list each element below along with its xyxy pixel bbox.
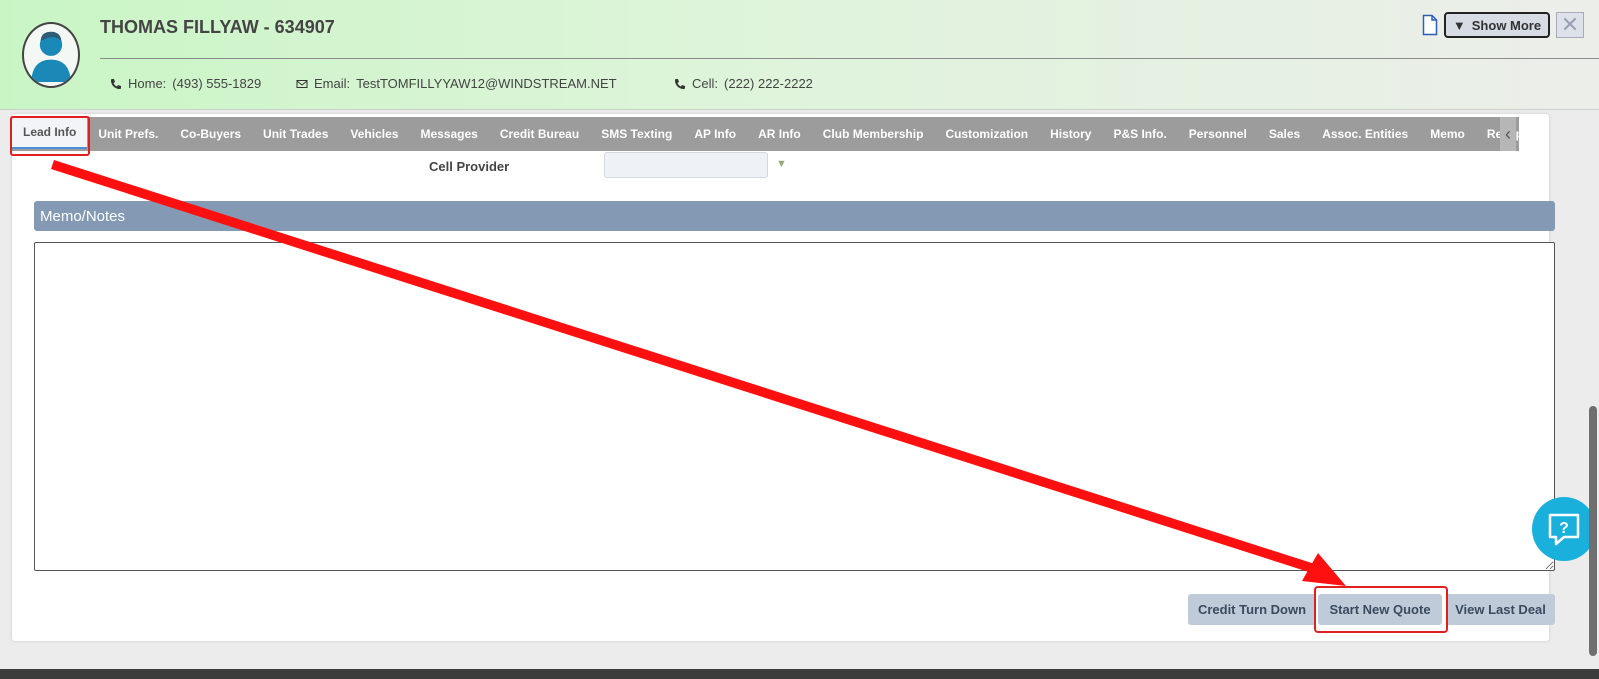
email-value[interactable]: TestTOMFILLYYAW12@WINDSTREAM.NET <box>356 76 616 91</box>
home-label: Home: <box>128 76 167 91</box>
memo-textarea[interactable] <box>34 242 1555 571</box>
lead-info-highlight <box>10 116 90 156</box>
customer-name: THOMAS FILLYAW - 634907 <box>100 17 335 37</box>
tab-ap-info[interactable]: AP Info <box>683 117 747 151</box>
caret-down-icon: ▼ <box>1452 17 1466 33</box>
bottom-bar <box>0 669 1599 679</box>
header-divider <box>100 58 1599 59</box>
show-more-label: Show More <box>1471 17 1542 33</box>
tab-sales[interactable]: Sales <box>1258 117 1311 151</box>
tab-memo[interactable]: Memo <box>1419 117 1476 151</box>
cell-phone: Cell: (222) 222-2222 <box>674 76 813 91</box>
tab-sms-texting[interactable]: SMS Texting <box>590 117 683 151</box>
home-phone: Home: (493) 555-1829 <box>110 76 261 91</box>
tab-ar-info[interactable]: AR Info <box>747 117 812 151</box>
document-icon[interactable] <box>1422 14 1438 36</box>
memo-header: Memo/Notes <box>34 201 1555 231</box>
envelope-icon <box>296 79 308 88</box>
cell-provider-label: Cell Provider <box>429 159 510 174</box>
customer-header: THOMAS FILLYAW - 634907 Home: (493) 555-… <box>0 0 1599 110</box>
tab-messages[interactable]: Messages <box>409 117 488 151</box>
chevron-left-icon[interactable]: ‹ <box>1500 117 1516 151</box>
phone-icon <box>675 78 685 89</box>
view-last-deal-button[interactable]: View Last Deal <box>1446 594 1555 625</box>
credit-turn-down-button[interactable]: Credit Turn Down <box>1188 594 1316 625</box>
tab-assoc-entities[interactable]: Assoc. Entities <box>1311 117 1419 151</box>
phone-icon <box>111 78 121 89</box>
avatar <box>22 22 80 88</box>
cell-label: Cell: <box>692 76 719 91</box>
tab-vehicles[interactable]: Vehicles <box>339 117 409 151</box>
question-bubble-icon: ? <box>1548 513 1580 546</box>
email-label: Email: <box>314 76 351 91</box>
tab-history[interactable]: History <box>1039 117 1102 151</box>
close-icon[interactable]: ✕ <box>1556 12 1584 38</box>
tab-customization[interactable]: Customization <box>934 117 1039 151</box>
tab-bar: Lead Info Unit Prefs. Co-Buyers Unit Trades… <box>12 117 1545 151</box>
svg-text:?: ? <box>1559 520 1569 537</box>
tab-personnel[interactable]: Personnel <box>1178 117 1258 151</box>
help-button[interactable]: ? <box>1532 497 1596 561</box>
tab-p-s-info[interactable]: P&S Info. <box>1102 117 1177 151</box>
home-value: (493) 555-1829 <box>172 76 262 91</box>
email-contact: Email: TestTOMFILLYYAW12@WINDSTREAM.NET <box>296 76 617 91</box>
tab-co-buyers[interactable]: Co-Buyers <box>169 117 252 151</box>
tab-club-membership[interactable]: Club Membership <box>812 117 935 151</box>
cell-value: (222) 222-2222 <box>724 76 813 91</box>
vertical-scrollbar[interactable] <box>1589 406 1597 656</box>
cell-provider-select[interactable] <box>604 152 768 178</box>
person-icon <box>31 31 71 82</box>
tab-credit-bureau[interactable]: Credit Bureau <box>489 117 590 151</box>
show-more-button[interactable]: ▼ Show More <box>1444 12 1550 38</box>
dropdown-caret-icon[interactable]: ▼ <box>776 158 787 170</box>
tab-unit-prefs[interactable]: Unit Prefs. <box>87 117 169 151</box>
tab-unit-trades[interactable]: Unit Trades <box>252 117 339 151</box>
start-quote-highlight <box>1314 586 1448 633</box>
